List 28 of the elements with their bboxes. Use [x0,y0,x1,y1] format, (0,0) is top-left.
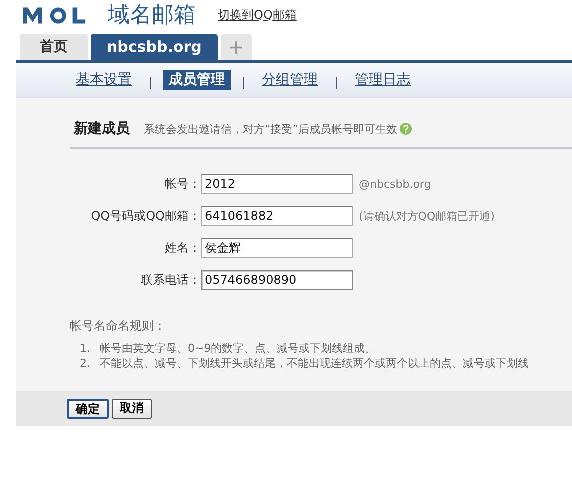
list-number: 2. [80,356,92,371]
switch-link[interactable]: 切换到QQ邮箱 [218,6,297,24]
section-title: 新建成员 [74,120,130,138]
tab[interactable]: 首页 [20,34,88,60]
input-field[interactable]: 641061882 [201,206,353,226]
field-label: 帐号： [164,176,201,192]
product-title: 域名邮箱 [108,2,196,30]
nav-link[interactable]: 成员管理 [163,70,231,90]
input-field[interactable]: 2012 [201,174,353,194]
confirm-button[interactable]: 确定 [67,398,109,418]
field-label: 姓名： [164,240,201,256]
rules-title: 帐号名命名规则： [70,318,167,335]
field-note: @nbcsbb.org [359,178,432,190]
input-field[interactable]: 侯金辉 [201,238,353,258]
field-note: (请确认对方QQ邮箱已开通) [359,208,495,224]
cancel-button[interactable]: 取消 [112,398,152,418]
input-field[interactable]: 057466890890 [201,270,353,290]
tab[interactable]: nbcsbb.org [91,34,218,60]
nav-link[interactable]: 管理日志 [349,70,417,90]
field-label: QQ号码或QQ邮箱： [90,208,201,224]
field-label: 联系电话： [140,272,201,288]
list-number: 1. [80,341,92,356]
nav-link[interactable]: 分组管理 [256,70,324,90]
rule-text: 不能以点、减号、下划线开头或结尾，不能出现连续两个或两个以上的点、减号或下划线 [100,356,529,371]
help-icon[interactable] [400,123,412,135]
rule-text: 帐号由英文字母、0~9的数字、点、减号或下划线组成。 [100,341,376,356]
nav-link[interactable]: 基本设置 [70,70,138,90]
section-hint: 系统会发出邀请信，对方“接受”后成员帐号即可生效 [144,122,398,136]
